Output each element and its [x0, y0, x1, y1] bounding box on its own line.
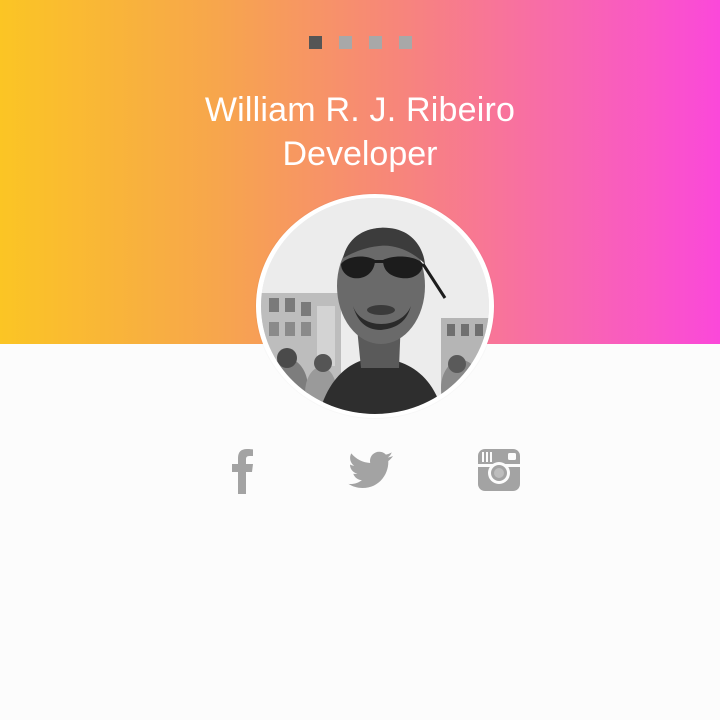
- pagination-dot-3[interactable]: [368, 36, 382, 49]
- profile-card: William R. J. Ribeiro Developer: [0, 0, 720, 720]
- profile-name: William R. J. Ribeiro: [204, 91, 516, 129]
- avatar-photo: [261, 198, 489, 414]
- pagination-dot-2[interactable]: [338, 36, 352, 49]
- pagination-dot-4[interactable]: [398, 36, 412, 49]
- pagination-dot-1[interactable]: [308, 36, 322, 49]
- instagram-icon[interactable]: [476, 446, 522, 494]
- facebook-icon[interactable]: [226, 446, 260, 494]
- profile-role: Developer: [282, 135, 438, 173]
- avatar: [261, 198, 489, 414]
- twitter-icon[interactable]: [345, 446, 395, 494]
- slider-pagination: [0, 36, 720, 49]
- social-links: [0, 446, 720, 496]
